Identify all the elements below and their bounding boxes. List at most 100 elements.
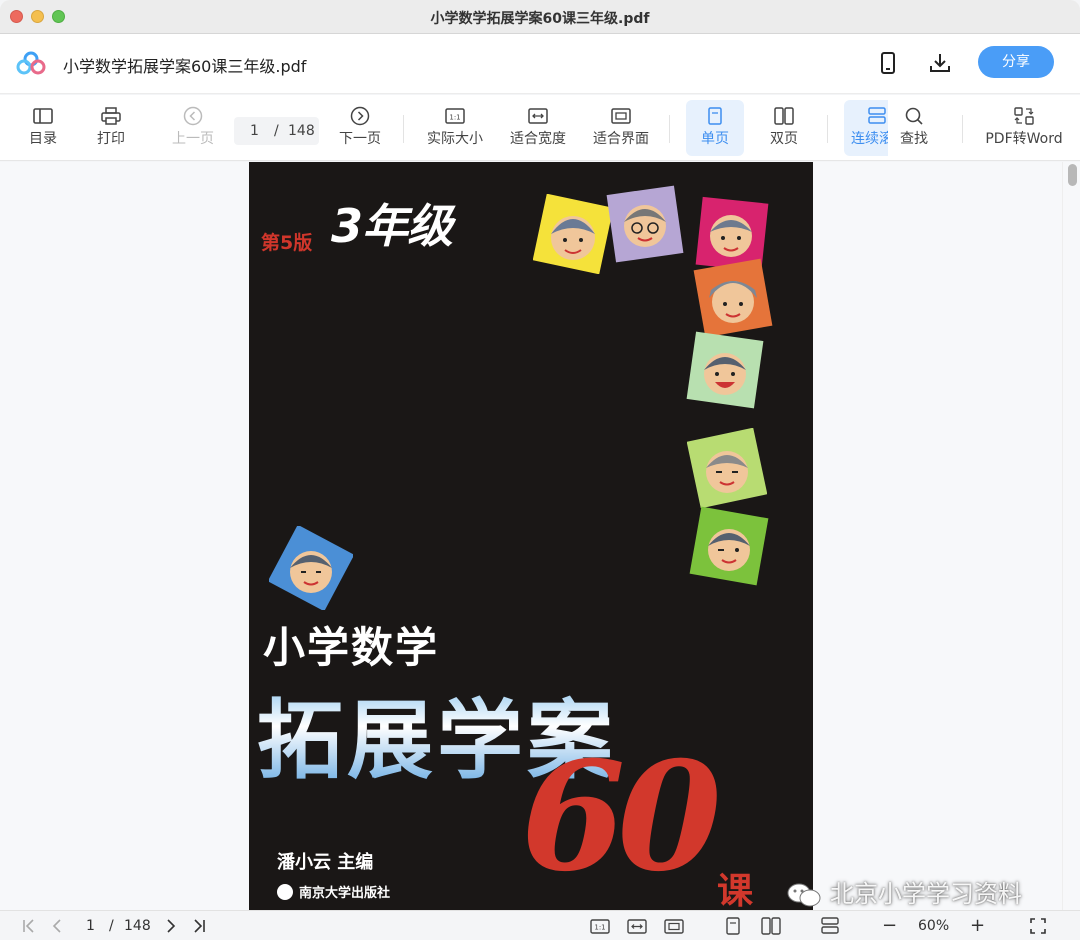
- fit-width-small-button[interactable]: [626, 916, 648, 936]
- child-face-illustration: [686, 331, 764, 409]
- window-title: 小学数学拓展学案60课三年级.pdf: [430, 11, 650, 27]
- page-separator: /: [274, 123, 279, 139]
- toc-button[interactable]: 目录: [22, 100, 64, 156]
- fit-page-small-button[interactable]: [663, 916, 685, 936]
- cover-grade: 3年级: [331, 199, 453, 253]
- actual-size-small-button[interactable]: 1:1: [589, 916, 611, 936]
- first-page-icon: [23, 919, 34, 933]
- svg-text:1:1: 1:1: [594, 924, 605, 932]
- document-title: 小学数学拓展学案60课三年级.pdf: [63, 57, 307, 76]
- actual-size-label: 实际大小: [427, 131, 483, 147]
- document-viewport[interactable]: 第5版 3年级 小学数学 拓展学案 60 课 潘小云 主编 南京大学出版社 北京…: [0, 162, 1080, 910]
- toolbar-divider: [669, 115, 670, 143]
- cover-edition: 第5版: [261, 232, 313, 254]
- double-page-button[interactable]: 双页: [762, 100, 806, 156]
- fit-width-icon: [627, 919, 647, 934]
- bottom-status-bar: 1 / 148 1:1 − 60% +: [0, 910, 1080, 940]
- fit-width-button[interactable]: 适合宽度: [507, 100, 569, 156]
- cover-number: 60: [521, 729, 722, 905]
- chevron-left-circle-icon: [183, 106, 203, 126]
- search-icon: [905, 107, 923, 125]
- cover-author: 潘小云 主编: [277, 852, 374, 873]
- single-page-icon: [708, 107, 722, 125]
- child-face-illustration: [687, 428, 767, 508]
- continuous-scroll-button[interactable]: 连续滚: [844, 100, 888, 156]
- print-label: 打印: [97, 131, 125, 147]
- page-number-input[interactable]: 1 / 148: [234, 117, 319, 145]
- single-page-button[interactable]: 单页: [686, 100, 744, 156]
- child-face-illustration: [606, 185, 684, 263]
- chevron-left-icon: [52, 919, 61, 933]
- fullscreen-button[interactable]: [1028, 916, 1048, 936]
- zoom-out-button[interactable]: −: [882, 916, 897, 936]
- watermark: 北京小学学习资料: [786, 874, 1022, 909]
- actual-size-icon: 1:1: [445, 108, 465, 124]
- double-page-icon: [761, 917, 781, 935]
- last-page-button[interactable]: [190, 916, 208, 936]
- prev-page-small-button[interactable]: [48, 916, 66, 936]
- last-page-icon: [194, 919, 205, 933]
- chevron-right-icon: [167, 919, 176, 933]
- continuous-scroll-small-button[interactable]: [819, 916, 841, 936]
- baidu-netdisk-logo-icon: [16, 51, 46, 75]
- title-bar: 小学数学拓展学案60课三年级.pdf: [0, 0, 1080, 34]
- toc-label: 目录: [29, 131, 57, 147]
- vertical-scrollbar[interactable]: [1062, 162, 1080, 910]
- prev-page-button[interactable]: 上一页: [168, 100, 218, 156]
- fit-width-icon: [528, 108, 548, 124]
- prev-page-label: 上一页: [172, 131, 214, 147]
- double-page-icon: [774, 107, 794, 125]
- fit-page-icon: [611, 108, 631, 124]
- cover-publisher: 南京大学出版社: [299, 886, 391, 901]
- pdf-to-word-button[interactable]: PDF转Word: [982, 100, 1066, 156]
- toolbar: 目录 打印 上一页 1 / 148 下一页 1:1 实际大小 适合宽度 适合界面…: [0, 95, 1080, 161]
- toolbar-divider: [962, 115, 963, 143]
- fullscreen-icon: [1030, 918, 1046, 934]
- single-page-small-button[interactable]: [722, 916, 744, 936]
- continuous-scroll-label: 连续滚: [851, 131, 888, 147]
- find-label: 查找: [900, 131, 928, 147]
- single-page-label: 单页: [701, 131, 729, 147]
- svg-text:1:1: 1:1: [449, 114, 460, 122]
- scroll-thumb[interactable]: [1068, 164, 1077, 186]
- single-page-icon: [726, 917, 740, 935]
- cover-lesson: 课: [717, 871, 754, 910]
- pdf-page: 第5版 3年级 小学数学 拓展学案 60 课 潘小云 主编 南京大学出版社: [249, 162, 813, 910]
- bottom-total-pages: 148: [124, 918, 151, 934]
- app-window: 小学数学拓展学案60课三年级.pdf 小学数学拓展学案60课三年级.pdf 分享…: [0, 0, 1080, 940]
- download-icon[interactable]: [927, 50, 953, 76]
- phone-icon[interactable]: [875, 50, 901, 76]
- next-page-small-button[interactable]: [162, 916, 180, 936]
- actual-size-button[interactable]: 1:1 实际大小: [424, 100, 486, 156]
- child-face-illustration: [533, 194, 613, 274]
- print-button[interactable]: 打印: [90, 100, 132, 156]
- bottom-page-separator: /: [109, 918, 114, 934]
- publisher-logo-icon: [277, 884, 293, 900]
- fit-page-label: 适合界面: [593, 131, 649, 147]
- chevron-right-circle-icon: [350, 106, 370, 126]
- double-page-small-button[interactable]: [760, 916, 782, 936]
- zoom-in-button[interactable]: +: [970, 916, 985, 936]
- total-pages: 148: [288, 123, 315, 139]
- zoom-level[interactable]: 60%: [918, 916, 949, 936]
- current-page: 1: [250, 123, 259, 139]
- app-header: 小学数学拓展学案60课三年级.pdf 分享: [0, 34, 1080, 94]
- continuous-scroll-icon: [868, 107, 886, 124]
- fit-page-icon: [664, 919, 684, 934]
- convert-icon: [1014, 107, 1034, 125]
- share-button[interactable]: 分享: [978, 46, 1054, 78]
- wechat-icon: [787, 883, 821, 907]
- pdf-to-word-label: PDF转Word: [985, 131, 1063, 147]
- find-button[interactable]: 查找: [892, 100, 936, 156]
- fit-page-button[interactable]: 适合界面: [590, 100, 652, 156]
- bottom-current-page[interactable]: 1: [86, 916, 95, 936]
- continuous-scroll-icon: [821, 917, 839, 934]
- next-page-label: 下一页: [339, 131, 381, 147]
- next-page-button[interactable]: 下一页: [336, 100, 384, 156]
- sidebar-icon: [33, 108, 53, 124]
- printer-icon: [101, 107, 121, 125]
- cover-title-line1: 小学数学: [263, 623, 440, 672]
- toolbar-divider: [827, 115, 828, 143]
- watermark-text: 北京小学学习资料: [830, 880, 1022, 908]
- first-page-button[interactable]: [20, 916, 38, 936]
